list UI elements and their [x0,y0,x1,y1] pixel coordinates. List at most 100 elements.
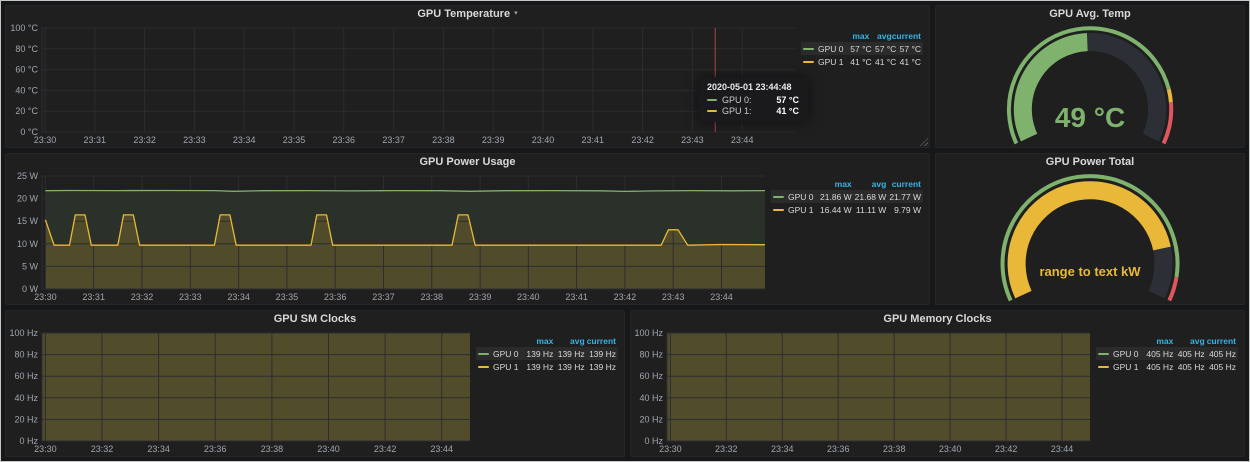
series-color-dash-icon [1098,366,1109,368]
svg-text:23:31: 23:31 [84,135,107,145]
legend-series-toggle[interactable]: GPU 1 [803,57,847,67]
legend-header: avg [852,179,887,189]
legend-header: max [522,336,553,346]
gauge-arc [936,22,1244,147]
svg-text:15 W: 15 W [17,216,39,226]
series-color-dash-icon [773,209,784,211]
svg-text:25 W: 25 W [17,171,39,181]
gpu-power-usage-plot[interactable]: 0 W5 W10 W15 W20 W25 W23:3023:3123:3223:… [6,170,771,304]
legend-series-toggle[interactable]: GPU 0 [773,192,817,202]
legend-current-value: 57 °C [896,44,921,54]
svg-text:23:41: 23:41 [565,292,588,302]
svg-text:23:31: 23:31 [82,292,105,302]
panel-header-gpu-power-usage[interactable]: GPU Power Usage [6,154,929,170]
gpu1-series-dash-icon [707,110,717,112]
legend-row: GPU 0 21.86 W 21.68 W 21.77 W [771,190,923,203]
legend-gpu-temperature: maxavgcurrent GPU 0 57 °C 57 °C 57 °C GP… [801,22,929,147]
series-color-dash-icon [773,196,784,198]
panel-header-gpu-power-total[interactable]: GPU Power Total [936,154,1244,170]
dashboard-row-1: GPU Temperature ▾ 0 °C20 °C40 °C60 °C80 … [5,5,1245,148]
svg-text:23:32: 23:32 [133,135,156,145]
panel-title: GPU Temperature [417,6,510,22]
legend-series-toggle[interactable]: GPU 1 [773,205,817,215]
svg-text:100 Hz: 100 Hz [9,328,38,338]
panel-header-gpu-memory-clocks[interactable]: GPU Memory Clocks [631,311,1244,327]
svg-text:23:40: 23:40 [517,292,540,302]
panel-header-gpu-avg-temp[interactable]: GPU Avg. Temp [936,6,1244,22]
gpu-memory-clocks-chart[interactable]: 0 Hz20 Hz40 Hz60 Hz80 Hz100 Hz23:3023:32… [631,327,1096,456]
legend-series-toggle[interactable]: GPU 0 [478,349,522,359]
svg-text:60 Hz: 60 Hz [14,371,38,381]
legend-header: avg [553,336,584,346]
legend-current-value: 9.79 W [886,205,921,215]
svg-text:23:40: 23:40 [939,444,962,454]
gpu-sm-clocks-plot[interactable]: 0 Hz20 Hz40 Hz60 Hz80 Hz100 Hz23:3023:32… [6,327,476,456]
legend-max-value: 405 Hz [1142,349,1173,359]
tooltip-row-gpu0: GPU 0: 57 °C [707,95,799,105]
svg-text:23:37: 23:37 [372,292,395,302]
legend-series-toggle[interactable]: GPU 1 [1098,362,1142,372]
panel-title: GPU Avg. Temp [1049,6,1131,22]
svg-text:80 Hz: 80 Hz [14,350,38,360]
svg-text:23:37: 23:37 [382,135,405,145]
legend-header: max [1142,336,1173,346]
panel-header-gpu-temperature[interactable]: GPU Temperature ▾ [6,6,929,22]
svg-text:23:42: 23:42 [374,444,397,454]
svg-text:23:32: 23:32 [715,444,738,454]
legend-gpu-memory-clocks: maxavgcurrent GPU 0 405 Hz 405 Hz 405 Hz… [1096,327,1244,456]
legend-series-toggle[interactable]: GPU 0 [1098,349,1142,359]
panel-header-gpu-sm-clocks[interactable]: GPU SM Clocks [6,311,624,327]
legend-max-value: 405 Hz [1142,362,1173,372]
svg-text:23:42: 23:42 [995,444,1018,454]
gauge-arc [936,170,1244,304]
svg-text:23:39: 23:39 [469,292,492,302]
legend-current-value: 405 Hz [1205,362,1236,372]
dashboard-row-2: GPU Power Usage 0 W5 W10 W15 W20 W25 W23… [5,153,1245,305]
legend-current-value: 139 Hz [585,362,616,372]
gpu-memory-clocks-plot[interactable]: 0 Hz20 Hz40 Hz60 Hz80 Hz100 Hz23:3023:32… [631,327,1096,456]
svg-text:23:36: 23:36 [827,444,850,454]
legend-current-value: 21.77 W [886,192,921,202]
svg-text:5 W: 5 W [22,261,39,271]
panel-title: GPU Memory Clocks [883,311,991,327]
legend-series-toggle[interactable]: GPU 0 [803,44,847,54]
svg-text:100 Hz: 100 Hz [634,328,663,338]
tooltip-timestamp: 2020-05-01 23:44:48 [707,82,799,92]
legend-current-value: 139 Hz [585,349,616,359]
svg-text:40 Hz: 40 Hz [639,393,663,403]
gpu-power-total-gauge: range to text kW [936,170,1244,304]
legend-header: max [817,179,852,189]
series-color-dash-icon [478,353,489,355]
svg-text:23:30: 23:30 [34,292,57,302]
legend-row: GPU 1 41 °C 41 °C 41 °C [801,55,923,68]
grafana-dashboard: GPU Temperature ▾ 0 °C20 °C40 °C60 °C80 … [0,0,1250,462]
legend-series-toggle[interactable]: GPU 1 [478,362,522,372]
gpu-temperature-plot[interactable]: 0 °C20 °C40 °C60 °C80 °C100 °C23:3023:31… [6,22,801,147]
legend-avg-value: 11.11 W [852,205,887,215]
svg-text:23:34: 23:34 [771,444,794,454]
svg-text:23:33: 23:33 [179,292,202,302]
svg-text:23:33: 23:33 [183,135,206,145]
legend-max-value: 21.86 W [817,192,852,202]
legend-avg-value: 405 Hz [1173,362,1204,372]
legend-gpu-sm-clocks: maxavgcurrent GPU 0 139 Hz 139 Hz 139 Hz… [476,327,624,456]
panel-title: GPU Power Total [1046,154,1134,170]
series-color-dash-icon [803,61,814,63]
gpu-sm-clocks-chart[interactable]: 0 Hz20 Hz40 Hz60 Hz80 Hz100 Hz23:3023:32… [6,327,476,456]
svg-text:23:44: 23:44 [710,292,733,302]
tooltip-label: GPU 0: [722,95,752,105]
svg-text:23:38: 23:38 [883,444,906,454]
panel-gpu-power-total: GPU Power Total range to text kW [935,153,1245,305]
gpu-power-usage-chart[interactable]: 0 W5 W10 W15 W20 W25 W23:3023:3123:3223:… [6,170,771,304]
gpu0-series-dash-icon [707,99,717,101]
legend-row: GPU 1 16.44 W 11.11 W 9.79 W [771,203,923,216]
svg-text:23:34: 23:34 [233,135,256,145]
gpu-temperature-chart[interactable]: 0 °C20 °C40 °C60 °C80 °C100 °C23:3023:31… [6,22,801,147]
svg-text:23:42: 23:42 [631,135,654,145]
svg-text:20 W: 20 W [17,194,39,204]
svg-text:20 °C: 20 °C [15,106,38,116]
panel-menu-caret-icon[interactable]: ▾ [514,6,518,22]
tooltip-row-gpu1: GPU 1: 41 °C [707,106,799,116]
gpu-avg-temp-gauge: 49 °C [936,22,1244,147]
svg-text:23:36: 23:36 [204,444,227,454]
